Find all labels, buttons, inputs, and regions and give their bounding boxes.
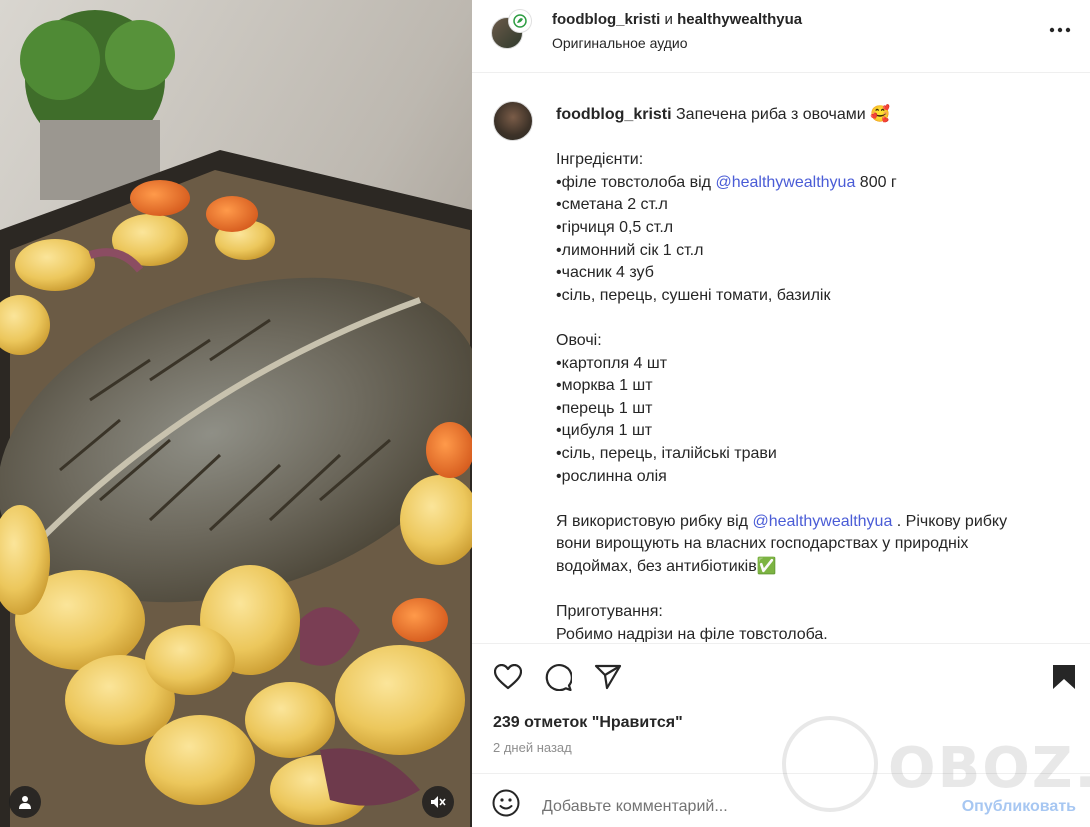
ingredient-3: •гірчиця 0,5 ст.л: [556, 218, 674, 236]
ingredient-6: •сіль, перець, сушені томати, базилік: [556, 286, 831, 304]
vegetable-2: •морква 1 шт: [556, 377, 653, 395]
author-names: foodblog_kristi и healthywealthyua: [552, 11, 802, 28]
ingredient-4: •лимонний сік 1 ст.л: [556, 241, 704, 259]
post-actions: 239 отметок "Нравится" 2 дней назад: [472, 643, 1090, 773]
paragraph-line-3: водоймах, без антибіотиків✅: [556, 557, 777, 575]
share-button[interactable]: [592, 661, 624, 693]
post-media[interactable]: [0, 0, 472, 827]
post-date[interactable]: 2 дней назад: [493, 740, 572, 755]
preparation-heading: Приготування:: [556, 603, 663, 621]
vegetables-heading: Овочі:: [556, 331, 602, 349]
vegetable-5: •сіль, перець, італійські трави: [556, 444, 777, 462]
ingredient-1-suffix: 800 г: [855, 173, 897, 191]
likes-count[interactable]: 239 отметок "Нравится": [493, 714, 683, 732]
author-conjunction: и: [664, 11, 673, 28]
post-panel: foodblog_kristi и healthywealthyua Ориги…: [472, 0, 1090, 827]
vegetable-4: •цибуля 1 шт: [556, 422, 653, 440]
more-options-button[interactable]: [1048, 20, 1072, 40]
coauthor-avatar[interactable]: [509, 10, 531, 32]
vegetable-3: •перець 1 шт: [556, 399, 653, 417]
ingredient-1-prefix: •філе товстолоба від: [556, 173, 716, 191]
coauthor-link[interactable]: healthywealthyua: [677, 11, 802, 28]
vegetable-1: •картопля 4 шт: [556, 354, 668, 372]
paragraph-line-2: вони вирощують на власних господарствах …: [556, 535, 969, 553]
mute-button[interactable]: [422, 786, 454, 818]
user-icon: [19, 796, 31, 809]
comment-button[interactable]: [542, 661, 574, 693]
bookmark-icon: [1053, 665, 1075, 689]
paragraph-line1-suffix: . Річкову рибку: [892, 512, 1008, 530]
caption-author-avatar[interactable]: [493, 101, 533, 141]
ingredient-2: •сметана 2 ст.л: [556, 196, 668, 214]
leaf-logo-icon: [513, 14, 527, 28]
ingredient-5: •часник 4 зуб: [556, 264, 654, 282]
paragraph-prefix: Я використовую рибку від: [556, 512, 753, 530]
audio-label[interactable]: Оригинальное аудио: [552, 35, 688, 51]
smiley-icon[interactable]: [492, 789, 520, 817]
user-tag-button[interactable]: [9, 786, 41, 818]
caption-text: foodblog_kristi Запечена риба з овочами …: [556, 104, 1056, 642]
muted-speaker-icon: [431, 796, 446, 808]
comment-input[interactable]: Добавьте комментарий...: [542, 798, 728, 816]
more-horizontal-icon: [1049, 27, 1071, 33]
post-caption: foodblog_kristi Запечена риба з овочами …: [472, 74, 1090, 642]
comment-icon: [545, 664, 572, 691]
save-button[interactable]: [1048, 661, 1080, 693]
author-link[interactable]: foodblog_kristi: [552, 11, 660, 28]
baked-fish-photo: [0, 0, 472, 827]
heart-icon: [494, 664, 522, 690]
paper-plane-icon: [594, 664, 622, 690]
post-comment-button[interactable]: Опубликовать: [962, 798, 1076, 816]
mention-link[interactable]: @healthywealthyua: [752, 513, 892, 530]
comment-bar: Добавьте комментарий... Опубликовать: [472, 773, 1090, 827]
like-button[interactable]: [492, 661, 524, 693]
ingredients-heading: Інгредієнти:: [556, 151, 644, 169]
vegetable-6: •рослинна олія: [556, 467, 667, 485]
caption-author[interactable]: foodblog_kristi: [556, 106, 672, 123]
mention-link[interactable]: @healthywealthyua: [715, 174, 855, 191]
preparation-step-1: Робимо надрізи на філе товстолоба.: [556, 625, 828, 642]
post-header: foodblog_kristi и healthywealthyua Ориги…: [472, 0, 1090, 73]
caption-title: Запечена риба з овочами 🥰: [676, 106, 891, 123]
